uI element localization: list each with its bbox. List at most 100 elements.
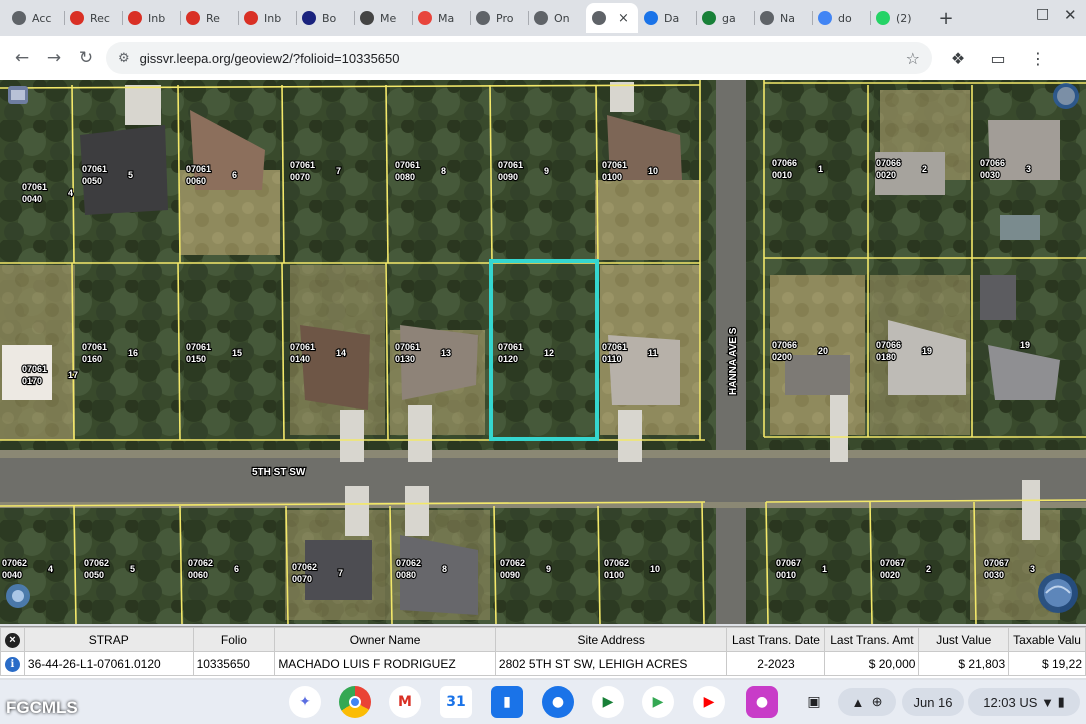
screenshot-icon[interactable]: ▣ bbox=[798, 686, 830, 718]
bookmark-star-icon[interactable]: ☆ bbox=[906, 49, 920, 68]
browser-tab[interactable]: Na bbox=[754, 3, 812, 33]
smile-icon bbox=[818, 11, 832, 25]
calendar-icon[interactable]: 31 bbox=[440, 686, 472, 718]
parcel-id-text: 07062 bbox=[396, 558, 421, 568]
col-header-strap[interactable]: STRAP bbox=[23, 627, 194, 652]
messages-icon[interactable]: ● bbox=[542, 686, 574, 718]
parcel-id-text: 0150 bbox=[186, 354, 206, 364]
browser-tab[interactable]: Inb bbox=[238, 3, 296, 33]
tab-label: ga bbox=[722, 11, 736, 25]
close-icon[interactable]: × bbox=[4, 632, 20, 648]
play-store-icon[interactable]: ▶ bbox=[642, 686, 674, 718]
parcel-id-text: 07061 bbox=[290, 342, 315, 352]
lot-number-text: 7 bbox=[338, 568, 343, 578]
meet-icon[interactable]: ▶ bbox=[592, 686, 624, 718]
close-table-button[interactable]: × bbox=[0, 627, 25, 652]
lot-number-text: 12 bbox=[544, 348, 554, 358]
back-icon[interactable]: ← bbox=[6, 48, 38, 68]
col-header-address[interactable]: Site Address bbox=[494, 627, 728, 652]
lot-number-text: 4 bbox=[68, 188, 73, 198]
attribute-table: × STRAP Folio Owner Name Site Address La… bbox=[0, 626, 1086, 678]
parcel-id-text: 0120 bbox=[498, 354, 518, 364]
info-icon[interactable]: i bbox=[4, 656, 20, 672]
globe-map-icon[interactable] bbox=[1038, 573, 1078, 613]
browser-tab[interactable]: Bo bbox=[296, 3, 354, 33]
parcel-id-text: 07061 bbox=[82, 164, 107, 174]
status-area[interactable]: 12:03 US ▼ ▮ bbox=[968, 688, 1080, 716]
browser-tab[interactable]: do bbox=[812, 3, 870, 33]
extensions-icon[interactable]: ❖ bbox=[938, 49, 978, 68]
url-text[interactable]: gissvr.leepa.org/geoview2/?folioid=10335… bbox=[140, 51, 906, 66]
parcel-id-text: 0170 bbox=[22, 376, 42, 386]
date-pill[interactable]: Jun 16 bbox=[902, 688, 964, 716]
whatsapp-icon bbox=[876, 11, 890, 25]
chrome-icon[interactable] bbox=[339, 686, 371, 718]
browser-tab[interactable]: Da bbox=[638, 3, 696, 33]
cell-just-value: $ 21,803 bbox=[918, 651, 1010, 676]
close-tab-icon[interactable]: × bbox=[618, 11, 629, 26]
browser-tab[interactable]: Me bbox=[354, 3, 412, 33]
cast-icon[interactable]: ▭ bbox=[978, 49, 1018, 68]
browser-tab[interactable]: On bbox=[528, 3, 586, 33]
parcel-id-text: 0060 bbox=[186, 176, 206, 186]
new-tab-button[interactable]: + bbox=[936, 8, 956, 29]
parcel-id-text: 07066 bbox=[772, 158, 797, 168]
reload-icon[interactable]: ↻ bbox=[70, 48, 102, 68]
address-bar[interactable]: ⚙ gissvr.leepa.org/geoview2/?folioid=103… bbox=[106, 42, 932, 74]
add-icon[interactable]: ⊕ bbox=[872, 694, 883, 710]
parcel-id-text: 07062 bbox=[84, 558, 109, 568]
cell-address: 2802 5TH ST SW, LEHIGH ACRES bbox=[494, 651, 728, 676]
parcel-id-text: 0200 bbox=[772, 352, 792, 362]
browser-tab[interactable]: (2) bbox=[870, 3, 928, 33]
col-header-taxable-value[interactable]: Taxable Valu bbox=[1008, 627, 1086, 652]
road-5th-st bbox=[0, 458, 1086, 502]
browser-tab[interactable]: Acc bbox=[6, 3, 64, 33]
gmail-app-icon[interactable]: M bbox=[389, 686, 421, 718]
row-info-button[interactable]: i bbox=[0, 651, 25, 676]
site-settings-icon[interactable]: ⚙ bbox=[118, 51, 130, 66]
col-header-trans-amt[interactable]: Last Trans. Amt bbox=[824, 627, 920, 652]
launcher-icon[interactable]: ✦ bbox=[289, 686, 321, 718]
tray-pill-up-add[interactable]: ▲ ⊕ bbox=[838, 688, 896, 716]
browser-tab[interactable]: Rec bbox=[64, 3, 122, 33]
parcel-id-text: 07062 bbox=[188, 558, 213, 568]
forward-icon[interactable]: → bbox=[38, 48, 70, 68]
close-window-icon[interactable]: ✕ bbox=[1064, 6, 1077, 24]
target-icon bbox=[418, 11, 432, 25]
parcel-id-text: 0070 bbox=[292, 574, 312, 584]
parcel-id-text: 07062 bbox=[2, 558, 27, 568]
parcel-id-text: 0060 bbox=[188, 570, 208, 580]
app-icon[interactable]: ● bbox=[746, 686, 778, 718]
col-header-just-value[interactable]: Just Value bbox=[918, 627, 1010, 652]
browser-tab[interactable]: Inb bbox=[122, 3, 180, 33]
col-header-trans-date[interactable]: Last Trans. Date bbox=[726, 627, 826, 652]
street-view-icon[interactable] bbox=[1053, 83, 1079, 109]
parcel-id-text: 07062 bbox=[604, 558, 629, 568]
tab-label: do bbox=[838, 11, 852, 25]
youtube-icon[interactable]: ▶ bbox=[693, 686, 725, 718]
browser-tab[interactable]: Pro bbox=[470, 3, 528, 33]
browser-tab[interactable]: × bbox=[586, 3, 638, 33]
layers-icon[interactable] bbox=[8, 86, 28, 104]
table-row[interactable]: i 36-44-26-L1-07061.0120 10335650 MACHAD… bbox=[0, 651, 1086, 676]
browser-tab[interactable]: Re bbox=[180, 3, 238, 33]
parcel-label[interactable]: 19 bbox=[1019, 339, 1031, 351]
parcel-id-text: 0050 bbox=[84, 570, 104, 580]
compass-icon[interactable] bbox=[6, 584, 30, 608]
menu-icon[interactable]: ⋮ bbox=[1018, 49, 1058, 68]
minimize-icon[interactable]: □ bbox=[1036, 6, 1049, 22]
browser-tab[interactable]: ga bbox=[696, 3, 754, 33]
files-icon[interactable]: ▮ bbox=[491, 686, 523, 718]
parcel-id-text: 07062 bbox=[500, 558, 525, 568]
globe-icon bbox=[12, 11, 26, 25]
parcel-id-text: 0070 bbox=[290, 172, 310, 182]
upload-icon[interactable]: ▲ bbox=[851, 695, 864, 710]
col-header-owner[interactable]: Owner Name bbox=[274, 627, 496, 652]
parcel-id-text: 07067 bbox=[880, 558, 905, 568]
parcel-id-text: 0130 bbox=[395, 354, 415, 364]
browser-tab[interactable]: Ma bbox=[412, 3, 470, 33]
tab-label: Bo bbox=[322, 11, 337, 25]
cell-taxable-value: $ 19,22 bbox=[1008, 651, 1086, 676]
parcel-map[interactable]: 5TH ST SW HANNA AVE S 07061 0040 4 07061 005… bbox=[0, 80, 1086, 624]
col-header-folio[interactable]: Folio bbox=[192, 627, 276, 652]
